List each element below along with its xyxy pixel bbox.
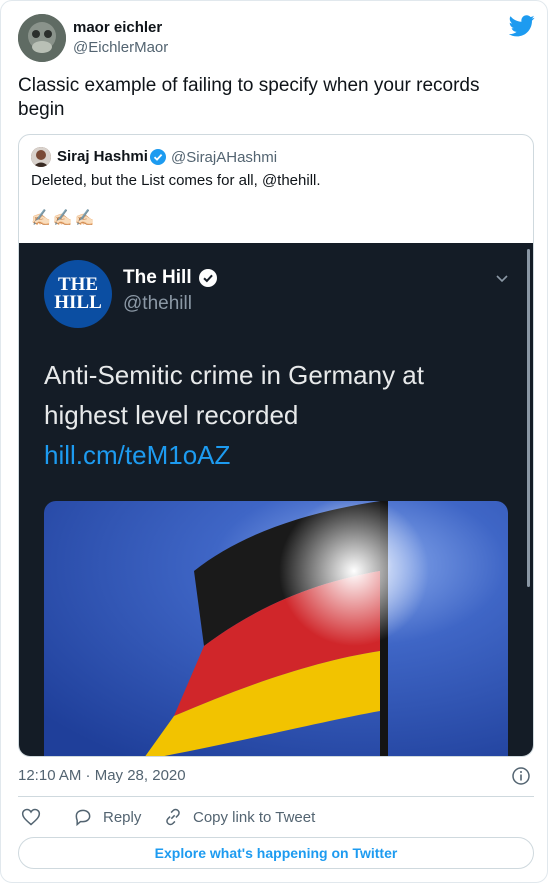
verified-badge-icon	[150, 149, 166, 165]
chevron-down-icon	[496, 275, 508, 283]
heart-icon[interactable]	[21, 807, 41, 827]
author-name[interactable]: maor eichler	[73, 19, 162, 36]
media-tweet-text: Anti-Semitic crime in Germany at highest…	[44, 355, 484, 475]
explore-twitter-button[interactable]: Explore what's happening on Twitter	[18, 837, 534, 869]
media-tweet-body: Anti-Semitic crime in Germany at highest…	[44, 360, 424, 430]
tweet-timestamp[interactable]: 12:10 AM · May 28, 2020	[18, 767, 186, 784]
quoted-tweet-text: Deleted, but the List comes for all, @th…	[31, 172, 321, 189]
reply-icon	[75, 809, 91, 827]
copy-link-button[interactable]: Copy link to Tweet	[163, 807, 315, 827]
reply-button[interactable]: Reply	[73, 807, 141, 827]
quoted-tweet[interactable]: Siraj Hashmi @SirajAHashmi Deleted, but …	[18, 134, 534, 757]
quoted-media-screenshot[interactable]: THE HILL The Hill @thehill Anti-Semitic …	[19, 243, 533, 756]
logo-line-2: HILL	[54, 292, 102, 313]
copy-link-label: Copy link to Tweet	[193, 808, 316, 826]
media-author-handle: @thehill	[123, 293, 192, 314]
author-handle[interactable]: @EichlerMaor	[73, 39, 168, 56]
scrollbar	[527, 249, 530, 587]
author-avatar[interactable]	[18, 14, 66, 62]
link-icon	[166, 808, 180, 826]
quoted-author-name[interactable]: Siraj Hashmi	[57, 148, 148, 165]
info-icon[interactable]	[512, 767, 530, 785]
quoted-author-avatar[interactable]	[31, 147, 51, 167]
tweet-text: Classic example of failing to specify wh…	[18, 75, 480, 120]
media-author-name: The Hill	[123, 267, 192, 288]
media-tweet-link: hill.cm/teM1oAZ	[44, 440, 231, 470]
quoted-author-handle[interactable]: @SirajAHashmi	[171, 149, 277, 166]
divider	[18, 796, 534, 797]
twitter-bird-icon[interactable]	[509, 15, 535, 37]
tweet-card: maor eichler @EichlerMaor Classic exampl…	[0, 0, 548, 883]
writing-hand-emoji: ✍🏻✍🏻✍🏻	[31, 210, 97, 227]
german-flag-image	[44, 501, 508, 756]
reply-label: Reply	[103, 808, 142, 826]
verified-badge-icon	[199, 269, 217, 287]
the-hill-logo: THE HILL	[44, 260, 112, 328]
